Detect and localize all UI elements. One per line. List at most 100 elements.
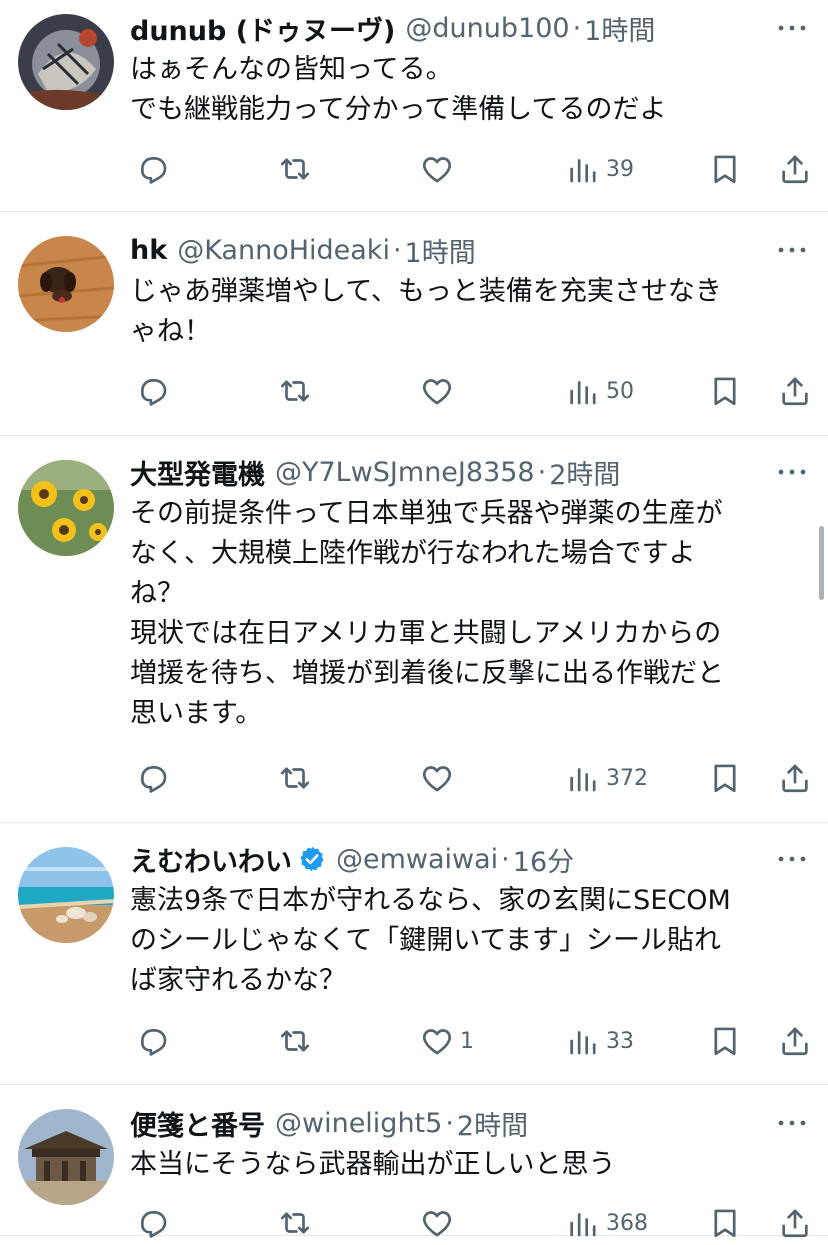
separator-dot: · <box>572 12 582 44</box>
share-button[interactable] <box>772 1201 812 1245</box>
views-button[interactable]: 33 <box>560 1019 634 1063</box>
views-button[interactable]: 50 <box>560 369 634 413</box>
bookmark-button[interactable] <box>702 369 742 413</box>
tweet-text-line: でも継戦能力って分かって準備してるのだよ <box>130 94 667 125</box>
display-name[interactable]: dunub (ドゥヌーヴ) <box>130 9 395 48</box>
reply-button[interactable] <box>130 147 176 191</box>
bookmark-icon <box>708 761 742 795</box>
tweet-content: hk @KannoHideaki · 1時間 じゃあ弾薬増やして、もっと装備を充実させな… <box>130 230 814 352</box>
display-name[interactable]: 便箋と番号 <box>130 1104 265 1143</box>
share-icon <box>778 374 812 408</box>
retweet-icon <box>278 1206 312 1240</box>
tweet-text: はぁそんなの皆知ってる。 でも継戦能力って分かって準備してるのだよ <box>130 50 814 130</box>
tweet-text-line: ね？ <box>130 578 184 609</box>
user-handle[interactable]: @dunub100 <box>405 13 569 44</box>
more-icon[interactable] <box>776 1117 808 1129</box>
tweet-text-line: 本当にそうなら武器輸出が正しいと思う <box>130 1149 616 1180</box>
tweet[interactable]: 大型発電機 @Y7LwSJmneJ8358 · 2時間 その前提条件って日本単独で兵器や… <box>0 436 828 823</box>
tweet[interactable]: えむわいわい @emwaiwai · 16分 憲法9条で日本が守れるなら、家の玄関にSE… <box>0 823 828 1085</box>
tweet-text-line: 増援を待ち、増援が到着後に反撃に出る作戦だと <box>130 658 724 689</box>
scrollbar[interactable] <box>819 526 824 600</box>
bookmark-icon <box>708 374 742 408</box>
bookmark-icon <box>708 1206 742 1240</box>
tweet-content: えむわいわい @emwaiwai · 16分 憲法9条で日本が守れるなら、家の玄関にSE… <box>130 839 814 1001</box>
views-button[interactable]: 368 <box>560 1201 648 1245</box>
timestamp[interactable]: 1時間 <box>584 9 655 48</box>
avatar[interactable] <box>18 847 114 943</box>
more-icon[interactable] <box>776 22 808 34</box>
retweet-button[interactable] <box>272 1201 318 1245</box>
tweet-header: 大型発電機 @Y7LwSJmneJ8358 · 2時間 <box>130 452 814 492</box>
tweet[interactable]: hk @KannoHideaki · 1時間 じゃあ弾薬増やして、もっと装備を充実させな… <box>0 212 828 436</box>
user-handle[interactable]: @emwaiwai <box>336 844 498 875</box>
share-button[interactable] <box>772 369 812 413</box>
avatar[interactable] <box>18 14 114 110</box>
timestamp[interactable]: 2時間 <box>549 453 620 492</box>
views-button[interactable]: 372 <box>560 756 648 800</box>
bookmark-button[interactable] <box>702 1201 742 1245</box>
views-count: 50 <box>606 378 634 404</box>
retweet-button[interactable] <box>272 147 318 191</box>
like-button[interactable] <box>414 147 460 191</box>
views-icon <box>566 152 600 186</box>
share-button[interactable] <box>772 1019 812 1063</box>
display-name[interactable]: えむわいわい <box>130 840 292 879</box>
like-icon <box>420 374 454 408</box>
tweet-text-line: 思います。 <box>130 698 263 729</box>
share-button[interactable] <box>772 756 812 800</box>
timestamp[interactable]: 16分 <box>513 840 574 879</box>
avatar[interactable] <box>18 1109 114 1205</box>
tweet-text: 本当にそうなら武器輸出が正しいと思う <box>130 1145 814 1185</box>
reply-icon <box>136 152 170 186</box>
share-icon <box>778 1206 812 1240</box>
tweet-header: dunub (ドゥヌーヴ) @dunub100 · 1時間 <box>130 8 814 48</box>
share-button[interactable] <box>772 147 812 191</box>
avatar[interactable] <box>18 236 114 332</box>
reply-button[interactable] <box>130 1201 176 1245</box>
share-icon <box>778 761 812 795</box>
share-icon <box>778 152 812 186</box>
timestamp[interactable]: 2時間 <box>457 1104 528 1143</box>
like-button[interactable] <box>414 1201 460 1245</box>
display-name[interactable]: 大型発電機 <box>130 453 265 492</box>
user-handle[interactable]: @Y7LwSJmneJ8358 <box>275 457 535 488</box>
like-button[interactable] <box>414 756 460 800</box>
retweet-icon <box>278 1024 312 1058</box>
retweet-button[interactable] <box>272 1019 318 1063</box>
reply-icon <box>136 1024 170 1058</box>
display-name[interactable]: hk <box>130 235 167 266</box>
bookmark-icon <box>708 1024 742 1058</box>
tweet-text-line: ば家守れるかな？ <box>130 965 346 996</box>
reply-button[interactable] <box>130 756 176 800</box>
bookmark-button[interactable] <box>702 147 742 191</box>
reply-icon <box>136 374 170 408</box>
timestamp[interactable]: 1時間 <box>405 231 476 270</box>
tweet-text-line: じゃあ弾薬増やして、もっと装備を充実させなき <box>130 276 722 307</box>
more-icon[interactable] <box>776 244 808 256</box>
reply-button[interactable] <box>130 1019 176 1063</box>
views-button[interactable]: 39 <box>560 147 634 191</box>
avatar[interactable] <box>18 460 114 556</box>
tweet-text-line: なく、大規模上陸作戦が行なわれた場合ですよ <box>130 538 696 569</box>
tweet-header: えむわいわい @emwaiwai · 16分 <box>130 839 814 879</box>
tweet-text-line: のシールじゃなくて「鍵開いてます」シール貼れ <box>130 925 722 956</box>
tweet[interactable]: 便箋と番号 @winelight5 · 2時間 本当にそうなら武器輸出が正しいと思う 36… <box>0 1085 828 1238</box>
like-button[interactable]: 1 <box>414 1019 474 1063</box>
tweet-text-line: 現状では在日アメリカ軍と共闘しアメリカからの <box>130 618 722 649</box>
verified-badge-icon <box>298 845 326 873</box>
reply-button[interactable] <box>130 369 176 413</box>
action-bar: 368 <box>0 1201 828 1245</box>
separator-dot: · <box>445 1107 454 1139</box>
more-icon[interactable] <box>776 466 808 478</box>
like-icon <box>420 1206 454 1240</box>
retweet-button[interactable] <box>272 756 318 800</box>
views-count: 33 <box>606 1028 634 1054</box>
user-handle[interactable]: @winelight5 <box>275 1108 442 1139</box>
bookmark-button[interactable] <box>702 1019 742 1063</box>
user-handle[interactable]: @KannoHideaki <box>177 235 390 266</box>
retweet-button[interactable] <box>272 369 318 413</box>
like-button[interactable] <box>414 369 460 413</box>
bookmark-button[interactable] <box>702 756 742 800</box>
more-icon[interactable] <box>776 853 808 865</box>
tweet[interactable]: dunub (ドゥヌーヴ) @dunub100 · 1時間 はぁそんなの皆知ってる。 でも… <box>0 0 828 212</box>
